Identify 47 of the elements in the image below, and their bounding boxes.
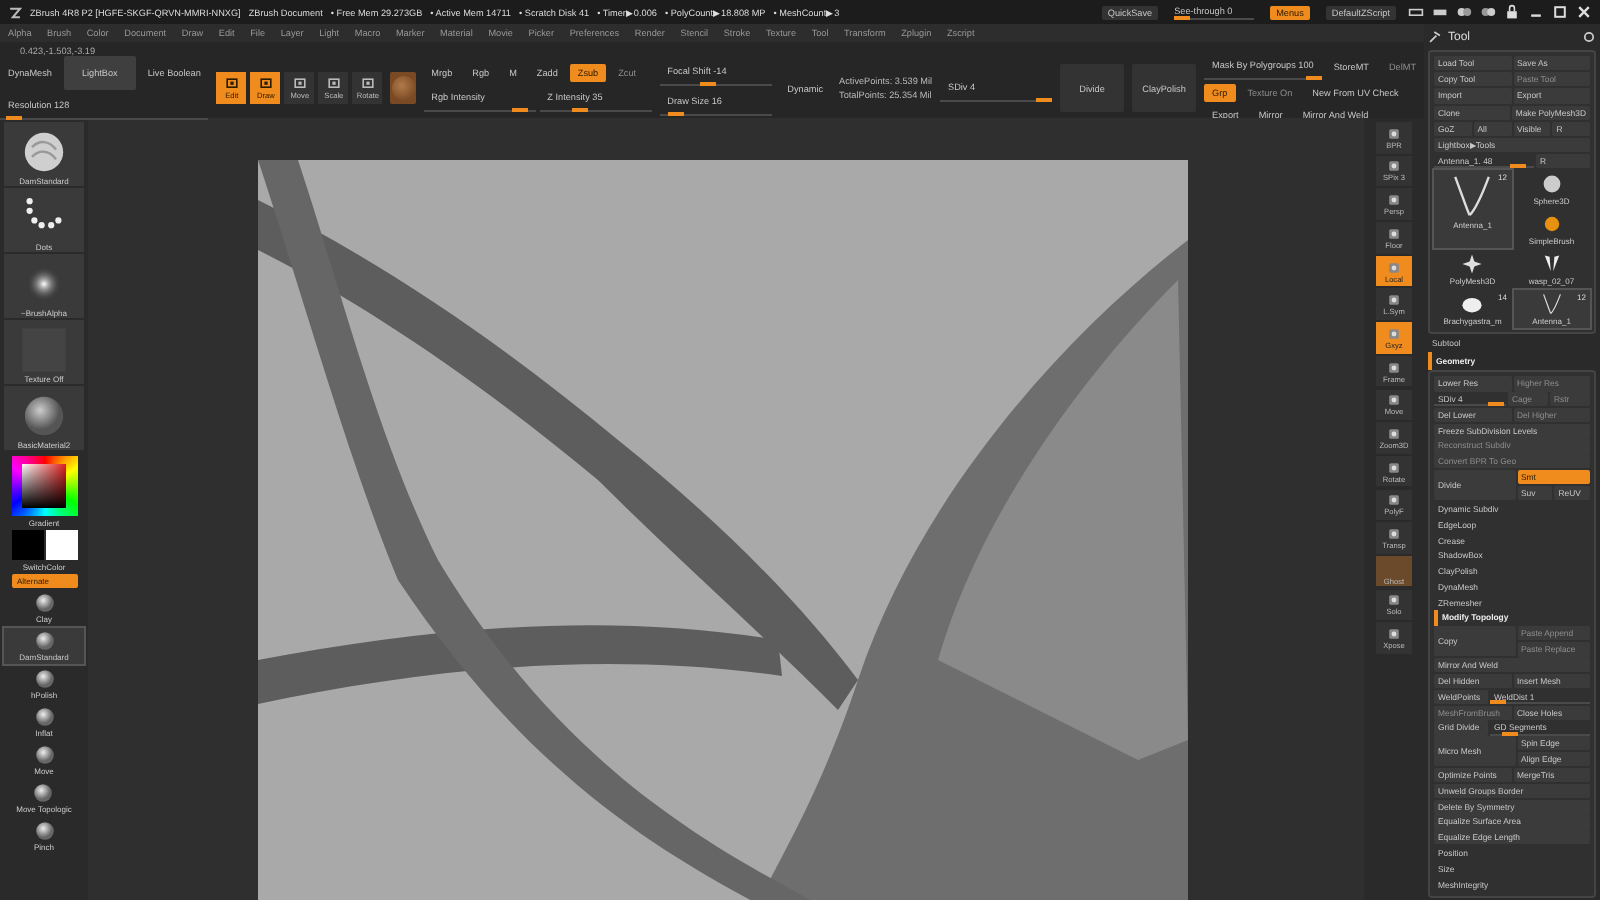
sphere-icon: [33, 668, 55, 690]
hammer-icon: [1428, 30, 1442, 44]
maximize-icon: [1552, 4, 1568, 20]
slider-thumb[interactable]: [1509, 164, 1526, 169]
view-icon: [1386, 325, 1402, 342]
blob-thumbnail: [1539, 212, 1564, 237]
view-icon: [1386, 125, 1402, 142]
view-icon: [1386, 592, 1402, 609]
frame-icon: [257, 76, 274, 92]
view-icon: [1386, 425, 1402, 442]
logo-icon: [8, 5, 22, 19]
sphere-thumbnail: [20, 392, 68, 440]
view-icon: [1386, 459, 1402, 476]
view-icon: [1386, 292, 1402, 309]
slider-thumb[interactable]: [1490, 699, 1506, 704]
sphere-icon: [33, 706, 55, 728]
view-icon: [1386, 359, 1402, 376]
view-icon: [1386, 626, 1402, 643]
slider-thumb[interactable]: [1487, 402, 1504, 407]
color-swatch[interactable]: [11, 530, 43, 560]
frame-icon: [325, 76, 342, 92]
view-icon: [1386, 492, 1402, 509]
blob-thumbnail: [1460, 292, 1485, 317]
lock-icon: [1504, 4, 1520, 20]
view-icon: [1386, 225, 1402, 242]
view-icon: [1386, 192, 1402, 209]
curve-thumbnail: [1539, 292, 1564, 317]
sphere-thumbnail: [20, 128, 68, 176]
frame-icon: [359, 76, 376, 92]
sphere-icon: [33, 820, 55, 842]
material-swatch[interactable]: [390, 72, 416, 104]
frame-icon: [291, 76, 308, 92]
frame-icon: [223, 76, 240, 92]
color-picker[interactable]: [11, 456, 77, 516]
close-icon: [1576, 4, 1592, 20]
sphere-icon: [32, 782, 55, 804]
sphere-icon: [33, 592, 55, 614]
view-icon: [1386, 526, 1402, 542]
refresh-icon: [1582, 30, 1596, 44]
view-icon: [1386, 259, 1402, 275]
sphere-thumbnail: [1539, 172, 1564, 197]
sphere-icon: [33, 630, 55, 652]
color-swatch[interactable]: [45, 530, 77, 560]
view-icon: [1386, 158, 1402, 175]
sphere-icon: [33, 744, 55, 766]
view-icon: [1386, 392, 1402, 409]
star-thumbnail: [1460, 252, 1485, 277]
